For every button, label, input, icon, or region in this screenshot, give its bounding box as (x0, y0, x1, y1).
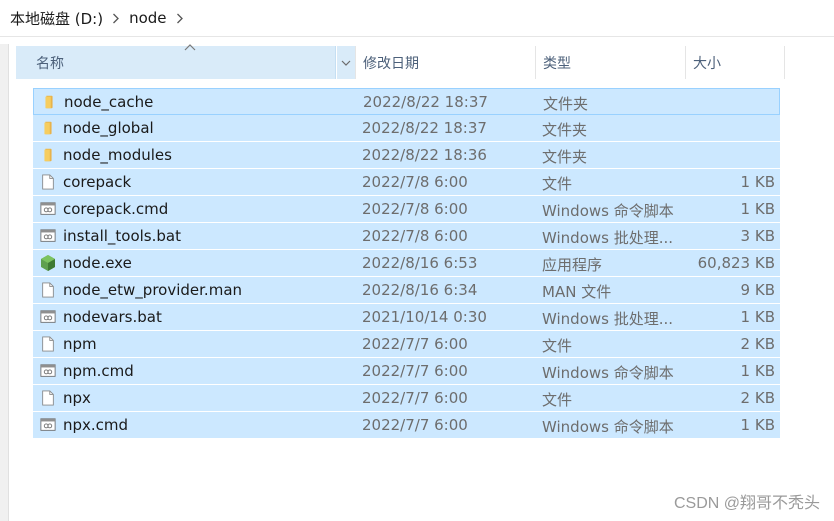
file-row[interactable]: corepack 2022/7/8 6:00 文件 1 KB (33, 169, 780, 196)
file-modified-date: 2022/7/7 6:00 (362, 335, 468, 353)
file-type: 文件夹 (543, 95, 589, 113)
file-row[interactable]: npm.cmd 2022/7/7 6:00 Windows 命令脚本 1 KB (33, 358, 780, 385)
file-row[interactable]: node_etw_provider.man 2022/8/16 6:34 MAN 文… (33, 277, 780, 304)
column-header-type-label: 类型 (543, 55, 571, 72)
file-size: 1 KB (740, 416, 775, 434)
file-size: 2 KB (740, 389, 775, 407)
script-icon (39, 227, 57, 245)
file-size: 1 KB (740, 200, 775, 218)
file-name: nodevars.bat (63, 308, 162, 326)
file-modified-date: 2022/7/8 6:00 (362, 227, 468, 245)
sort-ascending-icon (184, 44, 196, 51)
file-row[interactable]: node_cache 2022/8/22 18:37 文件夹 (33, 88, 780, 115)
file-modified-date: 2022/7/7 6:00 (362, 416, 468, 434)
file-row[interactable]: corepack.cmd 2022/7/8 6:00 Windows 命令脚本 1 K… (33, 196, 780, 223)
file-type: Windows 批处理... (542, 229, 674, 247)
file-type: Windows 命令脚本 (542, 364, 674, 382)
navigation-pane-edge[interactable] (0, 44, 9, 521)
chevron-down-icon (341, 60, 351, 66)
column-header-type[interactable]: 类型 (535, 46, 685, 79)
folder-icon (40, 93, 58, 111)
file-row[interactable]: node_modules 2022/8/22 18:36 文件夹 (33, 142, 780, 169)
file-size: 60,823 KB (697, 254, 775, 272)
file-name: npm.cmd (63, 362, 134, 380)
file-name: node_etw_provider.man (63, 281, 243, 299)
file-size: 2 KB (740, 335, 775, 353)
file-modified-date: 2022/8/22 18:37 (362, 119, 487, 137)
file-name: install_tools.bat (63, 227, 181, 245)
file-icon (39, 389, 57, 407)
watermark: CSDN @翔哥不秃头 (673, 495, 820, 512)
column-header-size-label: 大小 (693, 55, 721, 72)
column-header-name[interactable]: 名称 (16, 44, 336, 79)
file-type: MAN 文件 (542, 283, 612, 301)
file-name: node_global (63, 119, 154, 137)
file-type: Windows 批处理... (542, 310, 674, 328)
breadcrumb-drive-d[interactable]: 本地磁盘 (D:) (8, 8, 105, 29)
file-row[interactable]: node_global 2022/8/22 18:37 文件夹 (33, 115, 780, 142)
file-icon (39, 173, 57, 191)
file-name: node_cache (64, 93, 154, 111)
file-row[interactable]: npx 2022/7/7 6:00 文件 2 KB (33, 385, 780, 412)
file-modified-date: 2021/10/14 0:30 (362, 308, 487, 326)
file-size: 1 KB (740, 173, 775, 191)
file-type: 文件 (542, 175, 573, 193)
file-name: corepack (63, 173, 132, 191)
file-size: 9 KB (740, 281, 775, 299)
file-row[interactable]: npx.cmd 2022/7/7 6:00 Windows 命令脚本 1 KB (33, 412, 780, 439)
folder-icon (39, 146, 57, 164)
chevron-right-icon[interactable] (105, 13, 127, 24)
file-modified-date: 2022/7/7 6:00 (362, 362, 468, 380)
script-icon (39, 416, 57, 434)
file-list: node_cache 2022/8/22 18:37 文件夹 node_global 2… (33, 88, 780, 439)
file-row[interactable]: nodevars.bat 2021/10/14 0:30 Windows 批处理..… (33, 304, 780, 331)
address-divider (0, 36, 834, 37)
script-icon (39, 200, 57, 218)
chevron-right-icon[interactable] (169, 13, 191, 24)
folder-icon (39, 119, 57, 137)
nodejs-icon (39, 254, 57, 272)
file-icon (39, 335, 57, 353)
file-name: npm (63, 335, 97, 353)
address-bar[interactable]: 本地磁盘 (D:) node (0, 0, 834, 36)
file-row[interactable]: install_tools.bat 2022/7/8 6:00 Windows 批处… (33, 223, 780, 250)
breadcrumb-node[interactable]: node (127, 9, 168, 27)
file-name: corepack.cmd (63, 200, 169, 218)
column-header-date[interactable]: 修改日期 (355, 46, 535, 79)
column-header-date-label: 修改日期 (363, 55, 419, 72)
file-size: 1 KB (740, 362, 775, 380)
file-type: 应用程序 (542, 256, 603, 274)
file-size: 3 KB (740, 227, 775, 245)
column-filter-dropdown[interactable] (337, 46, 355, 79)
file-name: npx (63, 389, 91, 407)
file-modified-date: 2022/8/22 18:37 (363, 93, 488, 111)
file-name: npx.cmd (63, 416, 129, 434)
file-modified-date: 2022/8/22 18:36 (362, 146, 487, 164)
file-icon (39, 281, 57, 299)
file-size: 1 KB (740, 308, 775, 326)
file-modified-date: 2022/7/8 6:00 (362, 200, 468, 218)
file-modified-date: 2022/8/16 6:34 (362, 281, 478, 299)
file-type: 文件夹 (542, 148, 588, 166)
file-modified-date: 2022/8/16 6:53 (362, 254, 478, 272)
column-header-size[interactable]: 大小 (685, 46, 785, 79)
column-header: 名称 修改日期 类型 大小 (16, 44, 834, 79)
file-type: 文件夹 (542, 121, 588, 139)
file-type: 文件 (542, 391, 573, 409)
file-row[interactable]: node.exe 2022/8/16 6:53 应用程序 60,823 KB (33, 250, 780, 277)
file-type: Windows 命令脚本 (542, 418, 674, 436)
script-icon (39, 308, 57, 326)
file-row[interactable]: npm 2022/7/7 6:00 文件 2 KB (33, 331, 780, 358)
file-type: Windows 命令脚本 (542, 202, 674, 220)
file-modified-date: 2022/7/7 6:00 (362, 389, 468, 407)
file-name: node.exe (63, 254, 132, 272)
file-name: node_modules (63, 146, 172, 164)
column-header-name-label: 名称 (36, 55, 64, 72)
script-icon (39, 362, 57, 380)
file-modified-date: 2022/7/8 6:00 (362, 173, 468, 191)
file-type: 文件 (542, 337, 573, 355)
